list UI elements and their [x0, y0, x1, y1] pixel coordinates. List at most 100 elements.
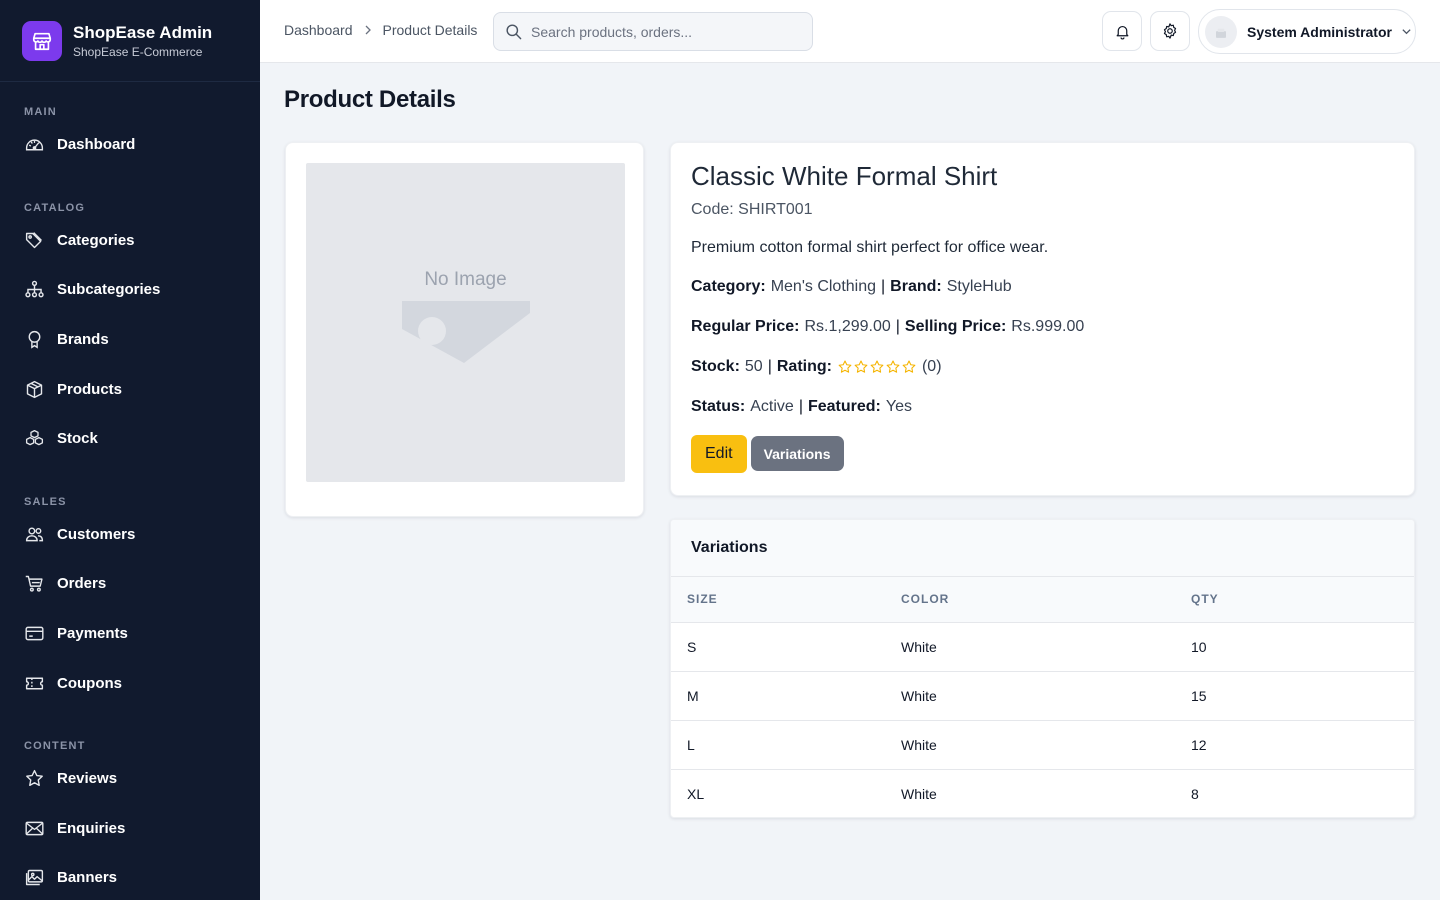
- nav-section-content: CONTENT: [24, 739, 86, 752]
- cell-qty: 10: [1191, 622, 1414, 672]
- sidebar-item-label: Payments: [57, 625, 128, 643]
- chevron-right-icon: [363, 25, 373, 35]
- category-value: Men's Clothing: [770, 278, 877, 295]
- sidebar-item-label: Banners: [57, 869, 118, 887]
- variations-title: Variations: [671, 520, 1414, 577]
- stock-value: 50: [744, 358, 763, 375]
- sidebar-item-brands[interactable]: Brands: [0, 315, 260, 365]
- sidebar-item-label: Customers: [57, 525, 136, 543]
- edit-button[interactable]: Edit: [691, 435, 747, 473]
- search-box[interactable]: [493, 12, 813, 51]
- user-menu-button[interactable]: System Administrator: [1198, 9, 1416, 54]
- status-value: Active: [750, 398, 794, 415]
- top-header: Dashboard Product Details System Adminis…: [260, 0, 1440, 63]
- rating-star-icon: [854, 360, 868, 373]
- selling-price-label: Selling Price:: [904, 318, 1007, 335]
- stock-label: Stock:: [691, 358, 740, 375]
- sidebar-item-stock[interactable]: Stock: [0, 414, 260, 464]
- column-header-size: SIZE: [671, 577, 901, 623]
- notifications-button[interactable]: [1102, 11, 1142, 51]
- sidebar-item-reviews[interactable]: Reviews: [0, 754, 260, 804]
- search-icon: [504, 22, 523, 41]
- brand-header[interactable]: ShopEase Admin ShopEase E-Commerce: [0, 0, 260, 82]
- action-buttons: Edit Variations: [691, 435, 1394, 473]
- cell-qty: 12: [1191, 720, 1414, 770]
- badge-icon: [28, 331, 41, 349]
- sidebar-item-label: Brands: [57, 331, 109, 349]
- sidebar-item-orders[interactable]: Orders: [0, 559, 260, 609]
- brand-subtitle: ShopEase E-Commerce: [73, 44, 203, 59]
- ticket-icon: [25, 677, 44, 690]
- sidebar-item-label: Coupons: [57, 674, 122, 692]
- images-icon: [25, 870, 44, 886]
- sidebar-item-coupons[interactable]: Coupons: [0, 658, 260, 708]
- sidebar-item-subcategories[interactable]: Subcategories: [0, 265, 260, 315]
- nav-section-sales: SALES: [24, 495, 67, 508]
- selling-price-value: Rs.999.00: [1011, 318, 1085, 335]
- settings-button[interactable]: [1150, 11, 1190, 51]
- gear-icon: [1161, 22, 1179, 40]
- sidebar-item-dashboard[interactable]: Dashboard: [0, 120, 260, 170]
- status-label: Status:: [691, 398, 746, 415]
- cell-qty: 15: [1191, 671, 1414, 721]
- product-name: Classic White Formal Shirt: [691, 161, 998, 191]
- breadcrumb-dashboard[interactable]: Dashboard: [284, 22, 353, 38]
- cell-color: White: [901, 720, 1191, 770]
- regular-price-label: Regular Price:: [691, 318, 800, 335]
- cart-icon: [25, 576, 43, 593]
- sidebar-item-label: Subcategories: [57, 281, 161, 299]
- rating-star-icon: [886, 360, 900, 373]
- sidebar-item-label: Categories: [57, 231, 135, 249]
- category-label: Category:: [691, 278, 766, 295]
- dashboard-icon: [25, 139, 44, 151]
- product-image-card: No Image: [285, 142, 644, 517]
- table-row: M White 15: [671, 671, 1414, 721]
- no-image-text: No Image: [424, 268, 507, 290]
- nav-section-catalog: CATALOG: [24, 201, 86, 214]
- star-icon: [26, 770, 43, 787]
- brand-name: ShopEase Admin: [73, 22, 213, 42]
- sidebar-item-enquiries[interactable]: Enquiries: [0, 804, 260, 854]
- cell-size: XL: [687, 785, 705, 802]
- product-image-placeholder: No Image: [306, 163, 625, 482]
- store-icon: [22, 20, 62, 61]
- sidebar-item-products[interactable]: Products: [0, 364, 260, 414]
- separator: |: [798, 398, 803, 415]
- featured-label: Featured:: [807, 398, 881, 415]
- bell-icon: [1114, 23, 1131, 40]
- table-header-row: SIZE COLOR QTY: [671, 577, 1414, 623]
- tag-icon: [25, 232, 42, 249]
- table-row: S White 10: [671, 622, 1414, 672]
- brand-value: StyleHub: [946, 278, 1012, 295]
- sidebar-item-label: Stock: [57, 430, 98, 448]
- sidebar-item-customers[interactable]: Customers: [0, 510, 260, 560]
- sidebar-item-payments[interactable]: Payments: [0, 609, 260, 659]
- sidebar-item-label: Orders: [57, 575, 107, 593]
- chevron-down-icon: [1401, 26, 1412, 37]
- sidebar-item-banners[interactable]: Banners: [0, 853, 260, 900]
- separator: |: [881, 278, 886, 295]
- cell-size: M: [671, 671, 901, 721]
- box-icon: [26, 380, 43, 398]
- rating-star-icon: [902, 360, 916, 373]
- rating-label: Rating:: [776, 358, 832, 375]
- credit-card-icon: [25, 626, 44, 641]
- sidebar-item-label: Enquiries: [57, 819, 126, 837]
- cell-qty: 8: [1191, 785, 1199, 802]
- cell-color: White: [901, 622, 1191, 672]
- price-line: Regular Price: Rs.1,299.00 | Selling Pri…: [691, 317, 1394, 337]
- cell-size: S: [671, 622, 901, 672]
- rating-star-icon: [838, 360, 852, 373]
- sidebar-item-categories[interactable]: Categories: [0, 216, 260, 266]
- variations-card: Variations SIZE COLOR QTY S White 10 M W…: [670, 519, 1415, 818]
- featured-value: Yes: [885, 398, 912, 415]
- users-icon: [25, 527, 44, 542]
- nav-section-main: MAIN: [24, 106, 57, 118]
- sidebar-item-label: Reviews: [57, 770, 118, 788]
- rating-count: (0): [921, 358, 942, 375]
- cell-color: White: [901, 785, 937, 802]
- search-input[interactable]: [531, 23, 801, 40]
- separator: |: [767, 358, 772, 375]
- product-description: Premium cotton formal shirt perfect for …: [691, 239, 1049, 256]
- variations-button[interactable]: Variations: [750, 436, 844, 471]
